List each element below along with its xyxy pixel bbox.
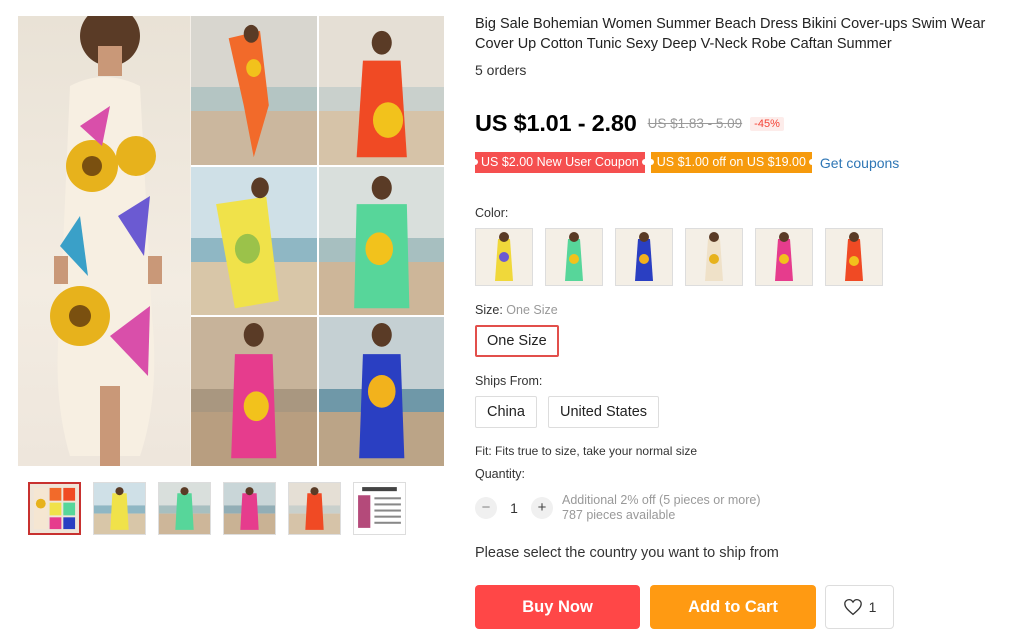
- thumbnail-beach-pink[interactable]: [223, 482, 276, 535]
- color-option-blue[interactable]: [615, 228, 673, 286]
- grid-photo-blue: [318, 317, 444, 466]
- fit-note: Fit: Fits true to size, take your normal…: [475, 444, 698, 458]
- color-option-green[interactable]: [545, 228, 603, 286]
- ships-from-label: Ships From:: [475, 374, 543, 388]
- color-option-orange[interactable]: [825, 228, 883, 286]
- price-row: US $1.01 - 2.80 US $1.83 - 5.09 -45%: [475, 110, 784, 137]
- grid-photo-pink: [191, 317, 317, 466]
- ship-country-message: Please select the country you want to sh…: [475, 545, 779, 561]
- product-page: Big Sale Bohemian Women Summer Beach Dre…: [0, 0, 1034, 643]
- heart-icon: [843, 598, 862, 616]
- product-title: Big Sale Bohemian Women Summer Beach Dre…: [475, 16, 986, 52]
- wishlist-button[interactable]: 1: [825, 585, 894, 629]
- buy-now-button[interactable]: Buy Now: [475, 585, 640, 629]
- wishlist-count: 1: [868, 599, 877, 615]
- color-options: [475, 228, 883, 286]
- new-user-coupon[interactable]: US $2.00 New User Coupon: [472, 152, 648, 173]
- stock-available: 787 pieces available: [562, 508, 676, 522]
- grid-photo-orange-2: [318, 16, 444, 165]
- spend-coupon[interactable]: US $1.00 off on US $19.00: [647, 152, 816, 173]
- thumbnail-size-chart[interactable]: [353, 482, 406, 535]
- get-coupons-link[interactable]: Get coupons: [820, 155, 899, 171]
- color-option-yellow[interactable]: [475, 228, 533, 286]
- original-price: US $1.83 - 5.09: [647, 116, 743, 131]
- discount-badge: -45%: [750, 116, 784, 131]
- coupon-row: US $2.00 New User Coupon US $1.00 off on…: [472, 152, 899, 173]
- thumbnail-beach-green[interactable]: [158, 482, 211, 535]
- grid-photo-orange-1: [191, 16, 317, 165]
- thumbnail-strip: [28, 482, 406, 535]
- current-price: US $1.01 - 2.80: [475, 110, 637, 136]
- add-to-cart-button[interactable]: Add to Cart: [650, 585, 816, 629]
- photo-grid: [191, 16, 444, 466]
- grid-photo-green: [318, 166, 444, 316]
- quantity-decrease-button[interactable]: −: [475, 497, 497, 519]
- size-label-text: Size:: [475, 303, 503, 317]
- ships-from-china[interactable]: China: [475, 396, 537, 428]
- thumbnail-beach-orange[interactable]: [93, 482, 146, 535]
- size-label: Size: One Size: [475, 303, 558, 317]
- ships-from-united-states[interactable]: United States: [548, 396, 660, 428]
- thumbnail-beach-red[interactable]: [288, 482, 341, 535]
- quantity-stepper: − 1 +: [475, 497, 553, 519]
- color-option-pink[interactable]: [755, 228, 813, 286]
- main-product-image[interactable]: [18, 16, 444, 466]
- hero-model-photo: [18, 16, 190, 466]
- order-count: 5 orders: [475, 62, 527, 78]
- bulk-discount-note: Additional 2% off (5 pieces or more): [562, 493, 761, 507]
- color-option-white[interactable]: [685, 228, 743, 286]
- quantity-value[interactable]: 1: [497, 500, 531, 516]
- grid-photo-yellow: [191, 166, 317, 316]
- color-label: Color:: [475, 206, 509, 220]
- thumbnail-collage[interactable]: [28, 482, 81, 535]
- size-selected-value: One Size: [506, 303, 558, 317]
- quantity-label: Quantity:: [475, 467, 526, 481]
- size-option-one-size[interactable]: One Size: [475, 325, 559, 357]
- quantity-increase-button[interactable]: +: [531, 497, 553, 519]
- quantity-note: Additional 2% off (5 pieces or more) 787…: [562, 493, 760, 523]
